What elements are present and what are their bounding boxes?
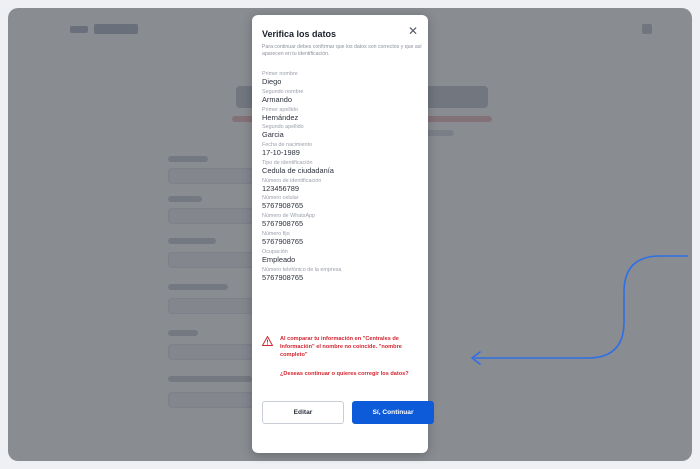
data-field: Primer apellido Hernández [262,107,422,123]
data-field-value: Diego [262,77,282,86]
continue-or-correct-question: ¿Deseas continuar o quieres corregir los… [280,371,409,377]
data-field-value: 5767908765 [262,219,304,229]
data-field-value: Empleado [262,254,296,264]
data-field-value: 5767908765 [262,201,304,211]
data-field: Número de WhatsApp 5767908765 [262,213,422,229]
data-field: Número celular 5767908765 [262,195,422,211]
data-field: Segundo apellido Garcia [262,124,422,140]
modal-description: Para continuar debes confirmar que los d… [262,44,422,57]
data-field: Primer nombre Diego [262,71,422,87]
modal-title: Verifica los datos [262,29,337,39]
verify-data-modal: Verifica los datos ✕ Para continuar debe… [252,15,434,453]
data-field-value: Garcia [262,130,284,140]
data-field-value: 5767908765 [262,237,304,247]
data-field-value: 5767908765 [262,272,304,282]
data-field: Segundo nombre Armando [262,89,422,105]
data-field-label: Segundo apellido [262,124,304,131]
data-field: Número telefónico de la empresa 576790876… [262,267,422,283]
data-field-value: Hernández [262,112,299,122]
data-field: Número de identificación 123456789 [262,178,422,194]
close-icon[interactable]: ✕ [408,25,418,37]
data-field-value: 17-10-1989 [262,148,300,158]
data-field: Fecha de nacimiento 17-10-1989 [262,142,422,158]
data-field-value: 123456789 [262,183,299,193]
data-field: Tipo de identificación Cedula de ciudadan… [262,160,422,176]
edit-button[interactable]: Editar [262,401,344,424]
data-field-list: Primer nombre Diego Segundo nombre Armando P… [262,71,422,284]
data-field-value: Armando [262,94,292,104]
continue-button[interactable]: Sí, Continuar [352,401,434,424]
data-field: Número fijo 5767908765 [262,231,422,247]
data-field: Ocupación Empleado [262,249,422,265]
warning-triangle-icon [262,336,273,346]
data-field-value: Cedula de ciudadanía [262,165,334,175]
warning-message: Al comparar tu información en "Centrales… [280,336,402,358]
data-field-label: Primer nombre [262,71,298,77]
